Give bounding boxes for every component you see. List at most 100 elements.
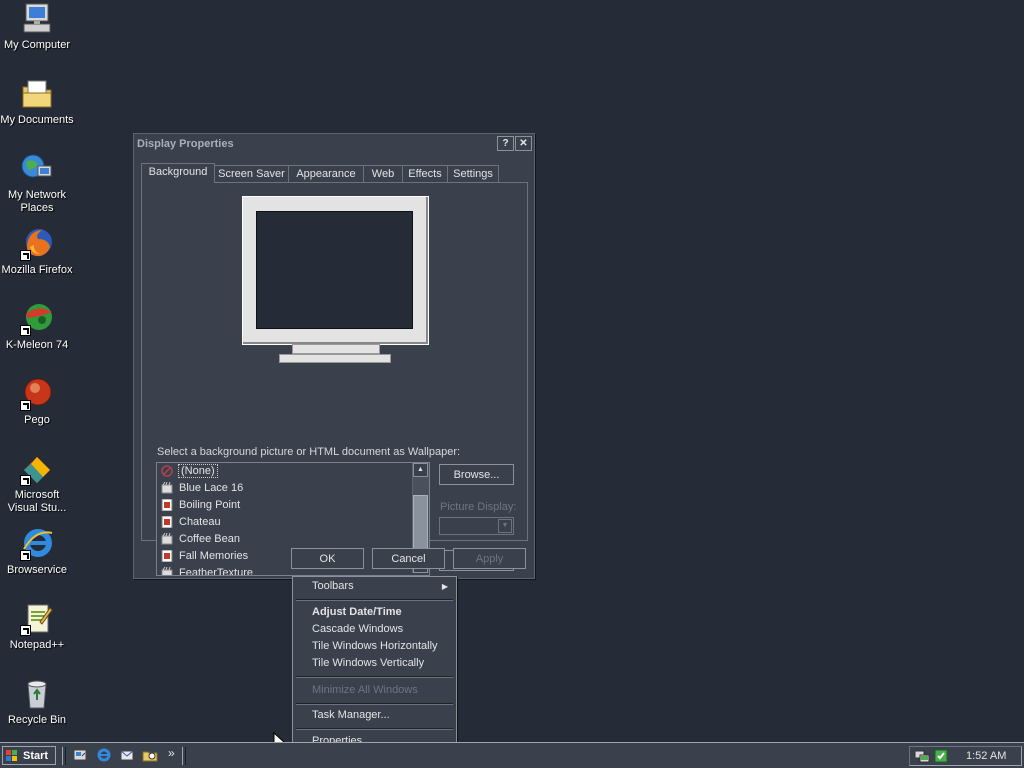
ok-button[interactable]: OK [291, 548, 364, 569]
my-computer-icon [20, 2, 54, 36]
cancel-button[interactable]: Cancel [372, 548, 445, 569]
bitmap-icon [161, 567, 173, 575]
help-button[interactable]: ? [497, 136, 514, 151]
visual-studio-icon [20, 452, 54, 486]
desktop-icon-label: Mozilla Firefox [1, 264, 73, 276]
desktop-icon-label: Recycle Bin [7, 714, 67, 726]
shortcut-arrow-icon [20, 400, 31, 411]
system-tray: 1:52 AM [909, 746, 1022, 766]
menu-item-minimize-all[interactable]: Minimize All Windows [294, 682, 455, 699]
shortcut-arrow-icon [20, 250, 31, 261]
desktop-icon-firefox[interactable]: Mozilla Firefox [0, 227, 74, 277]
bitmap-icon [161, 533, 173, 545]
browse-button[interactable]: Browse... [439, 464, 514, 485]
desktop-icon-label: My Computer [3, 39, 71, 51]
list-item[interactable]: Blue Lace 16 [157, 480, 429, 497]
desktop-icon-kmeleon[interactable]: K-Meleon 74 [0, 302, 74, 352]
pego-icon [20, 377, 54, 411]
html-document-icon [161, 550, 173, 562]
recycle-bin-icon [20, 677, 54, 711]
ie-quicklaunch-icon[interactable] [96, 747, 112, 763]
tray-app-icon[interactable] [933, 748, 949, 764]
dialog-title: Display Properties [137, 138, 234, 150]
quicklaunch-chevron[interactable]: » [168, 746, 175, 760]
shortcut-arrow-icon [20, 625, 31, 636]
taskbar: Start » 1:52 AM [0, 742, 1024, 768]
desktop-icon-label: Microsoft Visual Stu... [7, 489, 67, 514]
background-tab-panel: Select a background picture or HTML docu… [141, 182, 528, 576]
menu-item-cascade-windows[interactable]: Cascade Windows [294, 621, 455, 638]
monitor-preview-screen [256, 211, 413, 329]
monitor-preview [242, 196, 429, 345]
chevron-down-icon: ▼ [498, 519, 512, 533]
menu-separator [296, 676, 453, 678]
windows-explorer-icon[interactable] [142, 747, 158, 763]
tab-screen-saver[interactable]: Screen Saver [214, 165, 289, 182]
tab-web[interactable]: Web [363, 165, 403, 182]
html-document-icon [161, 499, 173, 511]
submenu-arrow-icon: ▶ [441, 582, 448, 591]
kmeleon-icon [20, 302, 54, 336]
scroll-up-arrow-icon[interactable]: ▲ [413, 463, 428, 477]
toolbar-grip[interactable] [182, 747, 186, 765]
desktop-icon-label: My Network Places [7, 189, 67, 214]
picture-display-select[interactable]: ▼ [439, 517, 514, 535]
menu-item-toolbars[interactable]: Toolbars ▶ [294, 578, 455, 595]
shortcut-arrow-icon [20, 325, 31, 336]
html-document-icon [161, 516, 173, 528]
start-button[interactable]: Start [2, 746, 56, 765]
clock[interactable]: 1:52 AM [966, 747, 1006, 765]
taskbar-context-menu: Toolbars ▶ Adjust Date/Time Cascade Wind… [292, 576, 457, 753]
picture-display-label: Picture Display: [440, 501, 517, 513]
desktop-icon-notepadpp[interactable]: Notepad++ [0, 602, 74, 652]
menu-item-tile-horizontally[interactable]: Tile Windows Horizontally [294, 638, 455, 655]
notepadpp-icon [20, 602, 54, 636]
monitor-preview-neck [292, 344, 380, 354]
wallpaper-label: Select a background picture or HTML docu… [157, 446, 461, 458]
firefox-icon [20, 227, 54, 261]
menu-item-tile-vertically[interactable]: Tile Windows Vertically [294, 655, 455, 672]
desktop-icon-label: K-Meleon 74 [5, 339, 69, 351]
menu-item-adjust-date-time[interactable]: Adjust Date/Time [294, 604, 455, 621]
desktop-icon-pego[interactable]: Pego [0, 377, 74, 427]
desktop-icon-visual-studio[interactable]: Microsoft Visual Stu... [0, 452, 74, 515]
windows-flag-icon [6, 750, 17, 761]
ie-icon [20, 527, 54, 561]
tab-background[interactable]: Background [141, 163, 215, 183]
desktop-icon-browservice[interactable]: Browservice [0, 527, 74, 577]
menu-item-task-manager[interactable]: Task Manager... [294, 707, 455, 724]
network-tray-icon[interactable] [914, 748, 930, 764]
desktop-icon-my-computer[interactable]: My Computer [0, 2, 74, 52]
list-item[interactable]: Boiling Point [157, 497, 429, 514]
tab-appearance[interactable]: Appearance [288, 165, 364, 182]
monitor-preview-base [279, 354, 391, 363]
desktop-icon-label: Notepad++ [9, 639, 65, 651]
desktop-icon-label: Pego [24, 414, 50, 426]
menu-separator [296, 703, 453, 705]
desktop-icon-label: Browservice [7, 564, 67, 576]
bitmap-icon [161, 482, 173, 494]
list-item[interactable]: Chateau [157, 514, 429, 531]
list-item[interactable]: Coffee Bean [157, 531, 429, 548]
my-documents-icon [20, 77, 54, 111]
network-places-icon [20, 152, 54, 186]
desktop-icon-recycle-bin[interactable]: Recycle Bin [0, 677, 74, 727]
list-item[interactable]: (None) [157, 463, 429, 480]
show-desktop-icon[interactable] [72, 747, 88, 763]
display-properties-dialog: Display Properties ? ✕ Background Screen… [133, 133, 535, 579]
scrollbar-thumb[interactable] [413, 495, 428, 554]
dialog-titlebar[interactable]: Display Properties ? ✕ [134, 134, 534, 154]
outlook-express-icon[interactable] [119, 747, 135, 763]
menu-separator [296, 599, 453, 601]
shortcut-arrow-icon [20, 550, 31, 561]
close-button[interactable]: ✕ [515, 136, 532, 151]
toolbar-grip[interactable] [62, 747, 66, 765]
tab-settings[interactable]: Settings [447, 165, 499, 182]
desktop-icon-network-places[interactable]: My Network Places [0, 152, 74, 215]
tab-effects[interactable]: Effects [402, 165, 448, 182]
apply-button[interactable]: Apply [453, 548, 526, 569]
none-icon [161, 465, 173, 477]
desktop-icon-label: My Documents [0, 114, 74, 126]
desktop-icon-my-documents[interactable]: My Documents [0, 77, 74, 127]
shortcut-arrow-icon [20, 475, 31, 486]
